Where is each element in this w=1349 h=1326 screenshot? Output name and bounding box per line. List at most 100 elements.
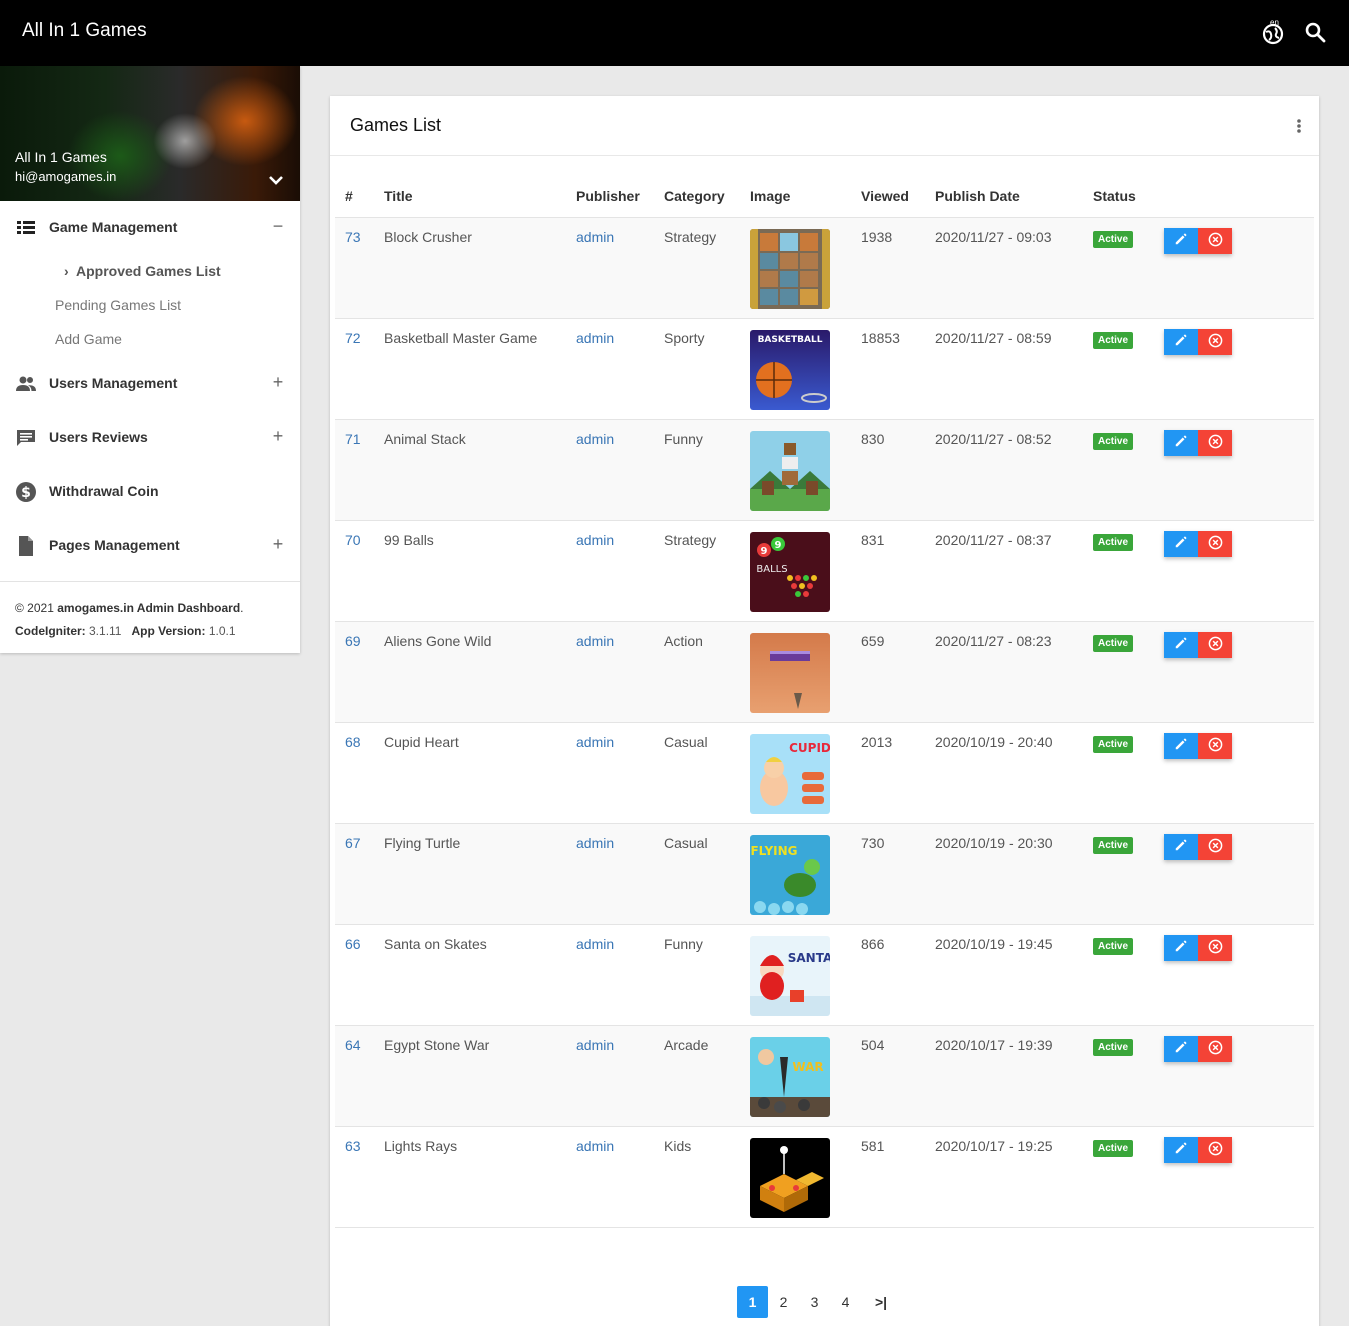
edit-button[interactable] bbox=[1164, 429, 1198, 456]
submenu-add-game[interactable]: Add Game bbox=[55, 331, 122, 347]
app-title[interactable]: All In 1 Games bbox=[22, 20, 147, 42]
edit-button[interactable] bbox=[1164, 934, 1198, 961]
game-id-link[interactable]: 63 bbox=[335, 1126, 374, 1227]
view-count: 2013 bbox=[861, 733, 893, 750]
game-title: 99 Balls bbox=[384, 531, 434, 548]
publish-date: 2020/11/27 - 08:59 bbox=[935, 329, 1052, 346]
menu-withdrawal-coin[interactable]: $ Withdrawal Coin bbox=[0, 471, 300, 511]
publisher-link[interactable]: admin bbox=[566, 823, 654, 924]
column-header[interactable]: Status bbox=[1083, 176, 1154, 218]
language-globe-icon[interactable]: en bbox=[1260, 18, 1286, 45]
svg-text:CUPID: CUPID bbox=[789, 741, 830, 755]
column-header[interactable]: Title bbox=[374, 176, 566, 218]
menu-pages-management[interactable]: Pages Management + bbox=[0, 525, 300, 565]
submenu-approved-games[interactable]: › Approved Games List bbox=[64, 263, 221, 279]
table-row: 66 Santa on Skates admin Funny SANTA 866 2020/… bbox=[335, 924, 1314, 1025]
game-id-link[interactable]: 68 bbox=[335, 722, 374, 823]
delete-button[interactable] bbox=[1198, 1035, 1232, 1062]
publisher-link[interactable]: admin bbox=[566, 217, 654, 318]
edit-button[interactable] bbox=[1164, 328, 1198, 355]
page-button-2[interactable]: 2 bbox=[768, 1286, 799, 1318]
chevron-right-icon: › bbox=[64, 263, 69, 279]
publisher-link[interactable]: admin bbox=[566, 722, 654, 823]
game-title: Flying Turtle bbox=[384, 834, 461, 851]
menu-users-management[interactable]: Users Management + bbox=[0, 363, 300, 403]
status-badge: Active bbox=[1093, 331, 1134, 349]
column-header[interactable]: Viewed bbox=[851, 176, 925, 218]
search-icon[interactable] bbox=[1303, 20, 1327, 44]
column-header[interactable]: Publisher bbox=[566, 176, 654, 218]
delete-button[interactable] bbox=[1198, 934, 1232, 961]
status-badge: Active bbox=[1093, 533, 1134, 551]
game-category: Strategy bbox=[664, 531, 717, 548]
publish-date: 2020/11/27 - 09:03 bbox=[935, 228, 1052, 245]
game-id-link[interactable]: 73 bbox=[335, 217, 374, 318]
page-button-1[interactable]: 1 bbox=[737, 1286, 768, 1318]
submenu-pending-games[interactable]: Pending Games List bbox=[55, 297, 181, 313]
edit-button[interactable] bbox=[1164, 631, 1198, 658]
column-header[interactable]: # bbox=[335, 176, 374, 218]
page-button-3[interactable]: 3 bbox=[799, 1286, 830, 1318]
delete-button[interactable] bbox=[1198, 1136, 1232, 1163]
games-table: # Title Publisher Category Image Viewed … bbox=[335, 176, 1314, 1228]
delete-button[interactable] bbox=[1198, 631, 1232, 658]
column-header[interactable]: Image bbox=[740, 176, 851, 218]
table-row: 70 99 Balls admin Strategy 9 9 BALLS 831 2020/11… bbox=[335, 520, 1314, 621]
table-row: 68 Cupid Heart admin Casual CUPID 2013 2020/10… bbox=[335, 722, 1314, 823]
delete-button[interactable] bbox=[1198, 732, 1232, 759]
edit-button[interactable] bbox=[1164, 1136, 1198, 1163]
game-category: Funny bbox=[664, 935, 703, 952]
expand-icon[interactable]: + bbox=[270, 372, 286, 393]
sidebar: All In 1 Games hi@amogames.in Game Manag… bbox=[0, 66, 300, 653]
collapse-icon[interactable]: − bbox=[270, 216, 286, 237]
menu-users-reviews[interactable]: Users Reviews + bbox=[0, 417, 300, 457]
publisher-link[interactable]: admin bbox=[566, 318, 654, 419]
publisher-link[interactable]: admin bbox=[566, 621, 654, 722]
publisher-link[interactable]: admin bbox=[566, 1025, 654, 1126]
edit-button[interactable] bbox=[1164, 530, 1198, 557]
publish-date: 2020/10/19 - 20:30 bbox=[935, 834, 1053, 851]
row-actions bbox=[1164, 631, 1232, 658]
edit-button[interactable] bbox=[1164, 227, 1198, 254]
expand-icon[interactable]: + bbox=[270, 426, 286, 447]
pencil-icon bbox=[1174, 838, 1188, 855]
edit-button[interactable] bbox=[1164, 833, 1198, 860]
game-id-link[interactable]: 66 bbox=[335, 924, 374, 1025]
user-name: All In 1 Games bbox=[15, 149, 107, 165]
game-id-link[interactable]: 72 bbox=[335, 318, 374, 419]
publisher-link[interactable]: admin bbox=[566, 924, 654, 1025]
publish-date: 2020/10/19 - 19:45 bbox=[935, 935, 1053, 952]
view-count: 1938 bbox=[861, 228, 893, 245]
column-header[interactable]: Publish Date bbox=[925, 176, 1083, 218]
publisher-link[interactable]: admin bbox=[566, 1126, 654, 1227]
site-name[interactable]: amogames.in Admin Dashboard bbox=[57, 601, 240, 615]
column-header[interactable]: Category bbox=[654, 176, 740, 218]
page-button-4[interactable]: 4 bbox=[830, 1286, 861, 1318]
game-category: Casual bbox=[664, 733, 708, 750]
edit-button[interactable] bbox=[1164, 732, 1198, 759]
publisher-link[interactable]: admin bbox=[566, 520, 654, 621]
chevron-down-icon[interactable] bbox=[266, 170, 286, 190]
delete-button[interactable] bbox=[1198, 328, 1232, 355]
delete-button[interactable] bbox=[1198, 429, 1232, 456]
delete-button[interactable] bbox=[1198, 833, 1232, 860]
pencil-icon bbox=[1174, 636, 1188, 653]
game-id-link[interactable]: 70 bbox=[335, 520, 374, 621]
game-title: Basketball Master Game bbox=[384, 329, 538, 346]
publish-date: 2020/11/27 - 08:37 bbox=[935, 531, 1052, 548]
more-vertical-icon[interactable] bbox=[1293, 116, 1305, 138]
row-actions bbox=[1164, 530, 1232, 557]
game-id-link[interactable]: 69 bbox=[335, 621, 374, 722]
game-id-link[interactable]: 67 bbox=[335, 823, 374, 924]
expand-icon[interactable]: + bbox=[270, 534, 286, 555]
table-row: 63 Lights Rays admin Kids 581 2020/10/17 - 19… bbox=[335, 1126, 1314, 1227]
pencil-icon bbox=[1174, 1040, 1188, 1057]
delete-button[interactable] bbox=[1198, 530, 1232, 557]
publisher-link[interactable]: admin bbox=[566, 419, 654, 520]
last-page-button[interactable]: >| bbox=[861, 1286, 901, 1318]
game-id-link[interactable]: 71 bbox=[335, 419, 374, 520]
game-id-link[interactable]: 64 bbox=[335, 1025, 374, 1126]
delete-button[interactable] bbox=[1198, 227, 1232, 254]
menu-game-management[interactable]: Game Management − bbox=[0, 207, 300, 247]
edit-button[interactable] bbox=[1164, 1035, 1198, 1062]
